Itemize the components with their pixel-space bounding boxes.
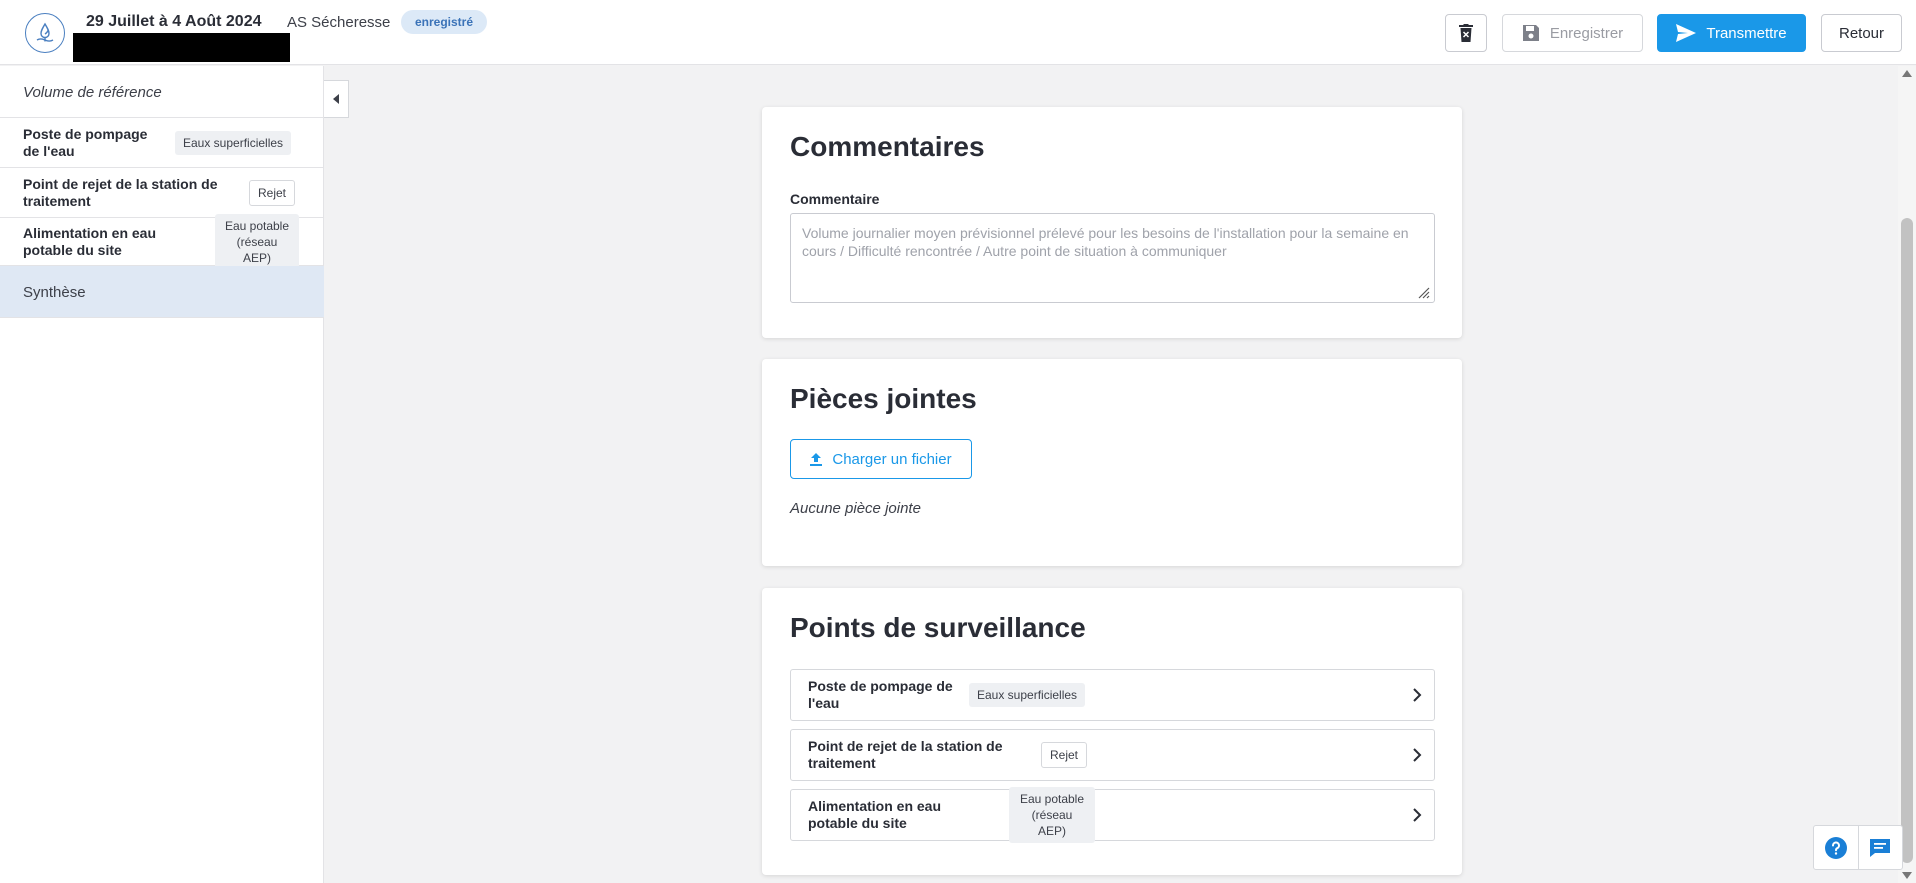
point-tag: Rejet [1041, 742, 1088, 768]
send-icon [1676, 24, 1697, 42]
save-button[interactable]: Enregistrer [1502, 14, 1643, 52]
floppy-disk-icon [1522, 25, 1539, 41]
send-button[interactable]: Transmettre [1657, 14, 1806, 52]
point-tag: Eau potable (réseau AEP) [1009, 787, 1095, 843]
point-label: Alimentation en eau potable du site [808, 798, 942, 831]
sidebar-item-tag: Eaux superficielles [175, 130, 292, 155]
sidebar: Volume de référence Poste de pompage de … [0, 66, 324, 883]
declaration-period: 29 Juillet à 4 Août 2024 [86, 13, 262, 30]
surveillance-card: Points de surveillance Poste de pompage … [762, 588, 1462, 875]
sidebar-item-reference-volume[interactable]: Volume de référence [0, 66, 324, 118]
chevron-right-icon [1413, 808, 1422, 822]
sidebar-item-drinking-water[interactable]: Alimentation en eau potable du site Eau … [0, 213, 324, 270]
comments-title: Commentaires [790, 131, 985, 162]
back-label: Retour [1838, 24, 1885, 42]
sidebar-item-synthesis[interactable]: Synthèse [0, 266, 324, 318]
chevron-right-icon [1413, 688, 1422, 702]
upload-icon [810, 452, 823, 466]
surveillance-point-row[interactable]: Poste de pompage de l'eau Eaux superfici… [790, 669, 1435, 721]
chat-bubble-icon [1870, 838, 1891, 857]
no-attachment-text: Aucune pièce jointe [790, 500, 921, 517]
help-button[interactable] [1814, 826, 1858, 869]
save-label: Enregistrer [1549, 24, 1624, 42]
chat-button[interactable] [1857, 826, 1902, 869]
attachments-title: Pièces jointes [790, 383, 977, 414]
sidebar-item-pumping-station[interactable]: Poste de pompage de l'eau Eaux superfici… [0, 118, 324, 168]
app-header: 29 Juillet à 4 Août 2024 AS Sécheresse e… [0, 0, 1916, 65]
surveillance-title: Points de surveillance [790, 612, 1086, 643]
resize-grip-icon[interactable] [1416, 285, 1430, 299]
surveillance-point-row[interactable]: Alimentation en eau potable du site Eau … [790, 787, 1435, 843]
send-label: Transmettre [1706, 24, 1787, 42]
comment-input[interactable] [790, 213, 1435, 303]
water-plant-icon [36, 22, 54, 42]
declaration-type: AS Sécheresse [287, 14, 391, 31]
sidebar-item-tag: Rejet [249, 179, 296, 206]
redacted-block [73, 33, 290, 62]
caret-left-icon [333, 94, 339, 104]
comment-label: Commentaire [790, 191, 880, 207]
collapse-sidebar-button[interactable] [324, 80, 349, 118]
comments-card: Commentaires Commentaire [762, 107, 1462, 338]
attachments-card: Pièces jointes Charger un fichier Aucune… [762, 359, 1462, 566]
sidebar-item-label: Poste de pompage de l'eau [23, 125, 148, 159]
sidebar-item-label: Point de rejet de la station de traiteme… [23, 175, 218, 209]
status-badge: enregistré [401, 10, 488, 34]
point-label: Poste de pompage de l'eau [808, 678, 953, 711]
upload-file-button[interactable]: Charger un fichier [790, 439, 972, 479]
surveillance-point-row[interactable]: Point de rejet de la station de traiteme… [790, 729, 1435, 781]
scroll-thumb[interactable] [1901, 218, 1913, 863]
back-button[interactable]: Retour [1821, 14, 1902, 52]
point-label: Point de rejet de la station de traiteme… [808, 738, 1003, 771]
point-tag: Eaux superficielles [969, 683, 1086, 707]
delete-button[interactable] [1445, 14, 1487, 52]
chevron-right-icon [1413, 748, 1422, 762]
scroll-up-arrow[interactable] [1902, 70, 1912, 77]
trash-icon [1459, 24, 1473, 42]
scroll-down-arrow[interactable] [1902, 872, 1912, 879]
sidebar-item-label: Alimentation en eau potable du site [23, 224, 157, 258]
upload-label: Charger un fichier [832, 450, 952, 468]
app-logo[interactable] [25, 13, 65, 53]
sidebar-item-discharge-point[interactable]: Point de rejet de la station de traiteme… [0, 168, 324, 218]
page-scrollbar[interactable] [1898, 66, 1916, 883]
sidebar-item-tag: Eau potable (réseau AEP) [215, 213, 299, 270]
help-widget [1813, 825, 1903, 870]
question-circle-icon [1824, 836, 1847, 859]
